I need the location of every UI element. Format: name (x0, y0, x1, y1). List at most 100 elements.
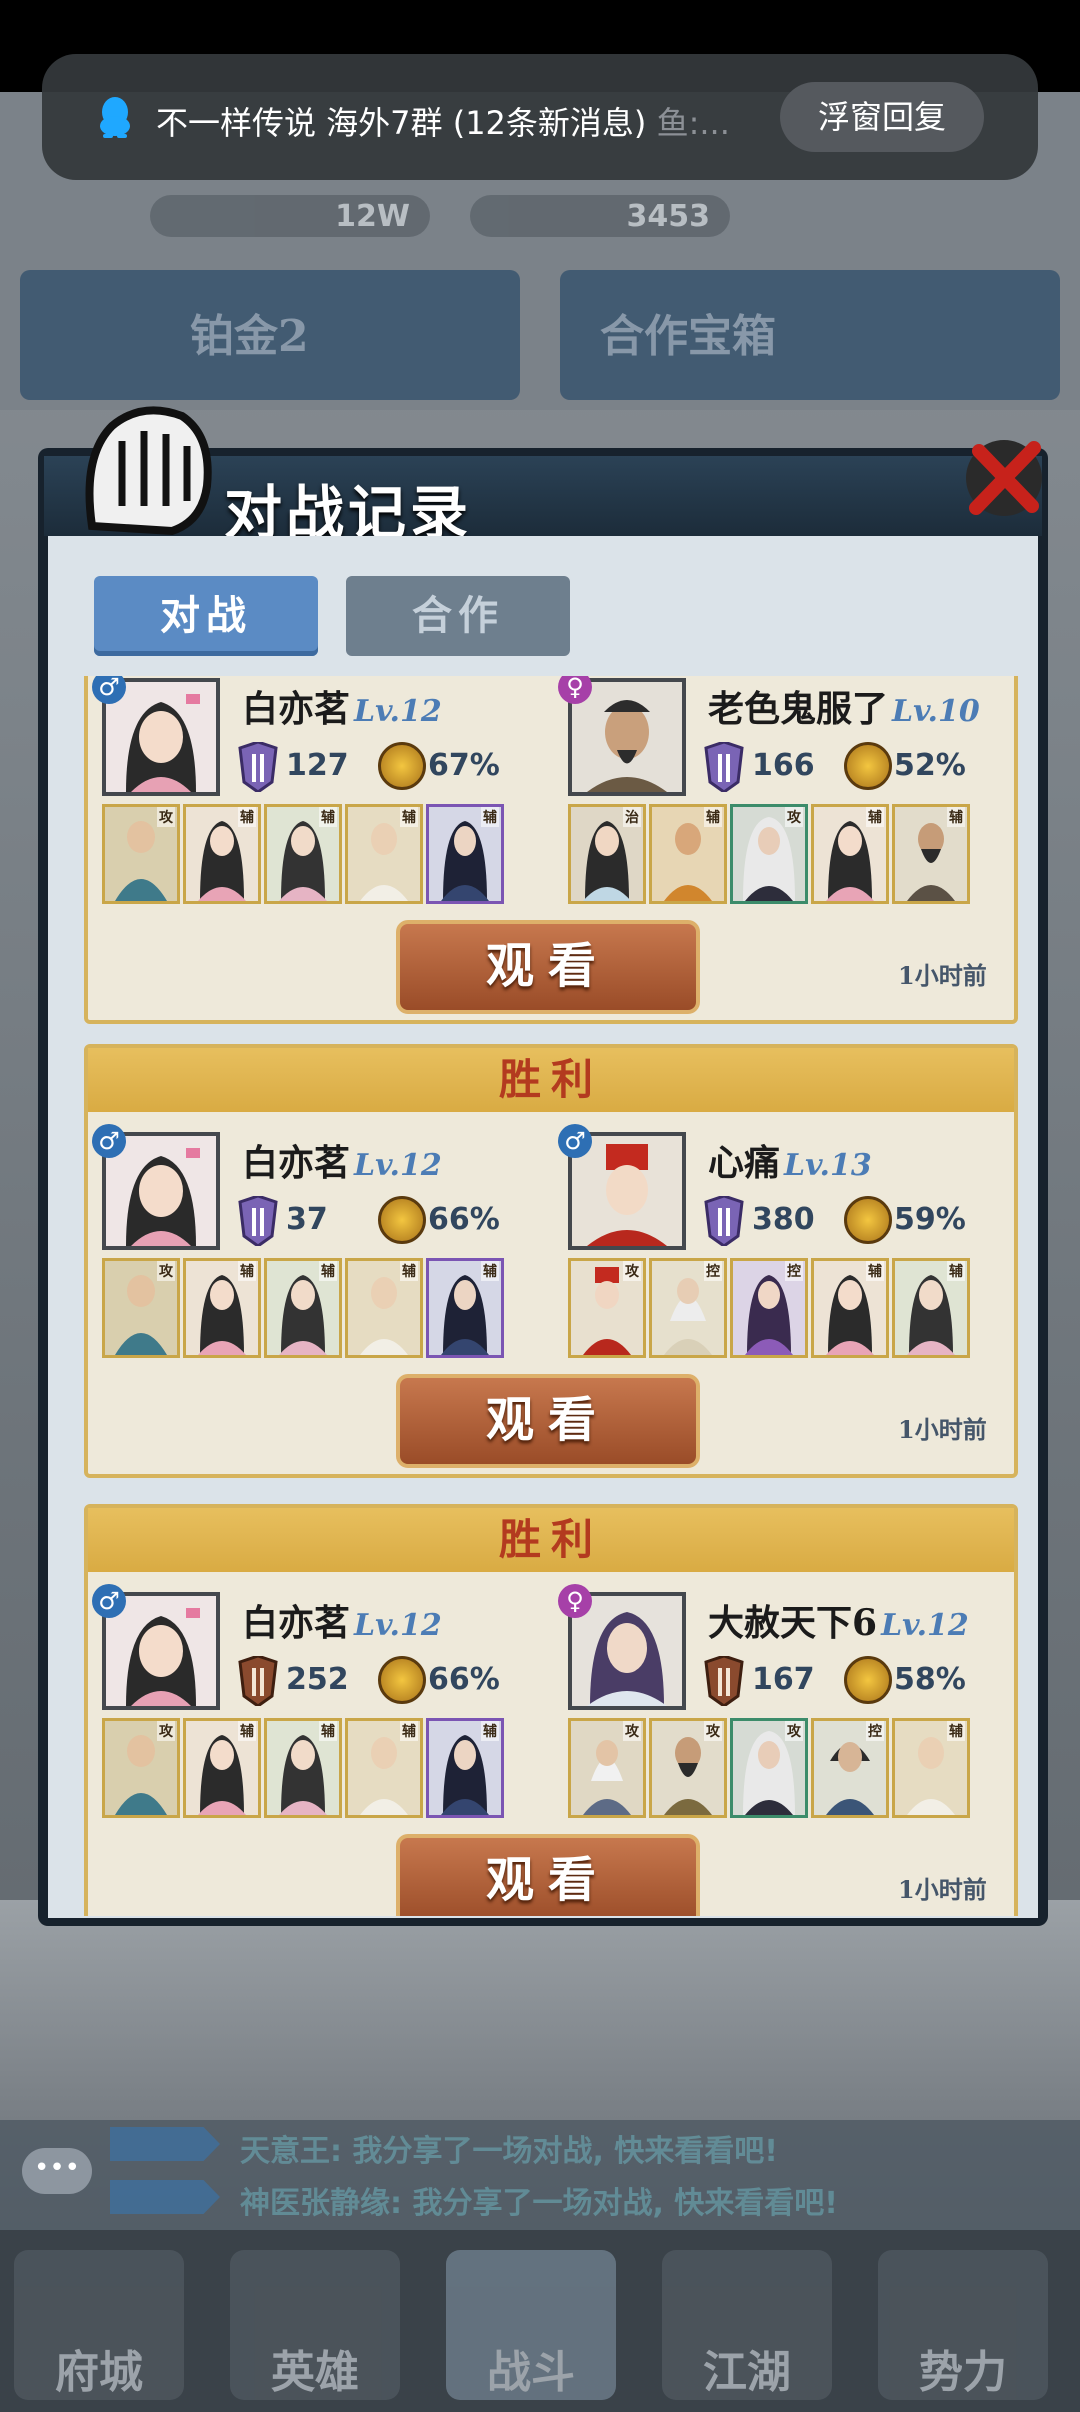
hero-card[interactable]: 辅 (892, 1258, 970, 1358)
player-power: 166 (752, 748, 815, 783)
result-banner: 胜利 (88, 1048, 1014, 1112)
background-resource-1: 12W (150, 195, 430, 237)
watch-replay-button[interactable]: 观看 (396, 920, 700, 1014)
player-name-text: 老色鬼服了 (708, 688, 889, 730)
hero-lineup: 治 辅 攻 辅 辅 (568, 804, 970, 904)
hero-role: 辅 (481, 1721, 499, 1741)
hero-role: 辅 (481, 1261, 499, 1281)
hero-role: 辅 (400, 1721, 418, 1741)
record-card: 胜利 ♂ 白亦茗 Lv.12 37 66% 攻 辅 辅 辅 辅 ♂ 心痛 Lv.… (84, 1044, 1018, 1478)
hero-card[interactable]: 控 (811, 1718, 889, 1818)
player-power: 37 (286, 1202, 328, 1237)
watch-replay-button[interactable]: 观看 (396, 1834, 700, 1916)
hero-role: 辅 (319, 1721, 337, 1741)
hero-card[interactable]: 辅 (892, 804, 970, 904)
player-name-text: 白亦茗 (242, 688, 351, 730)
chat-channel-tag (110, 2127, 220, 2161)
win-rate-icon (844, 1196, 892, 1244)
hero-role: 治 (623, 807, 641, 827)
hero-card[interactable]: 治 (568, 804, 646, 904)
hero-card[interactable]: 攻 (730, 1718, 808, 1818)
notification-title: 不一样传说 海外7群 (12条新消息) (156, 104, 647, 142)
hero-card[interactable]: 辅 (264, 1718, 342, 1818)
watch-replay-button[interactable]: 观看 (396, 1374, 700, 1468)
nav-item-battle: 战斗 (446, 2250, 616, 2400)
hero-card[interactable]: 攻 (568, 1258, 646, 1358)
hero-card[interactable]: 控 (730, 1258, 808, 1358)
hero-role: 辅 (238, 807, 256, 827)
player-power: 127 (286, 748, 349, 783)
hero-card[interactable]: 攻 (730, 804, 808, 904)
hero-lineup: 攻 攻 攻 控 辅 (568, 1718, 970, 1818)
hero-card[interactable]: 辅 (811, 1258, 889, 1358)
chat-bubble-icon: ••• (22, 2148, 92, 2194)
hero-role: 辅 (319, 807, 337, 827)
hero-card[interactable]: 攻 (102, 1718, 180, 1818)
hero-card[interactable]: 辅 (426, 1258, 504, 1358)
hero-lineup: 攻 辅 辅 辅 辅 (102, 804, 504, 904)
player-name-text: 白亦茗 (242, 1142, 351, 1184)
hero-role: 攻 (785, 807, 803, 827)
win-rate-icon (844, 1656, 892, 1704)
hero-card[interactable]: 辅 (426, 804, 504, 904)
hero-card[interactable]: 辅 (811, 804, 889, 904)
player-level: Lv.12 (354, 1608, 442, 1643)
hero-role: 辅 (704, 807, 722, 827)
tab-cooperation[interactable]: 合作 (346, 576, 570, 656)
hero-card[interactable]: 攻 (102, 804, 180, 904)
hero-role: 辅 (947, 807, 965, 827)
hero-role: 辅 (947, 1261, 965, 1281)
hero-card[interactable]: 辅 (183, 804, 261, 904)
hero-role: 攻 (623, 1721, 641, 1741)
hero-card[interactable]: 攻 (102, 1258, 180, 1358)
hero-card[interactable]: 辅 (426, 1718, 504, 1818)
record-list[interactable]: ♂ 白亦茗 Lv.12 127 67% 攻 辅 辅 辅 辅 ♀ 老色鬼服了 Lv… (84, 676, 1018, 1916)
win-rate-icon (844, 742, 892, 790)
close-icon[interactable] (954, 426, 1054, 526)
message-notification[interactable]: 不一样传说 海外7群 (12条新消息) 鱼:... 浮窗回复 (42, 54, 1038, 180)
hero-card[interactable]: 辅 (892, 1718, 970, 1818)
chat-line: 神医张静缘: 我分享了一场对战, 快来看看吧! (240, 2186, 838, 2221)
player-win-rate: 66% (428, 1202, 500, 1237)
rank-badge-icon (704, 1656, 744, 1706)
player-level: Lv.12 (881, 1608, 969, 1643)
player-level: Lv.12 (354, 694, 442, 729)
hero-card[interactable]: 辅 (345, 1258, 423, 1358)
hero-role: 攻 (157, 1261, 175, 1281)
result-banner: 胜利 (88, 1508, 1014, 1572)
hero-card[interactable]: 辅 (264, 804, 342, 904)
rank-badge-icon (238, 1656, 278, 1706)
player-name: 大赦天下6 Lv.12 (708, 1594, 969, 1646)
player-power: 252 (286, 1662, 349, 1697)
hero-role: 控 (866, 1721, 884, 1741)
hero-card[interactable]: 辅 (183, 1258, 261, 1358)
gender-male-icon: ♂ (92, 1124, 126, 1158)
hero-role: 辅 (238, 1261, 256, 1281)
hero-card[interactable]: 攻 (649, 1718, 727, 1818)
float-reply-button[interactable]: 浮窗回复 (780, 82, 984, 152)
player-name-text: 大赦天下6 (708, 1602, 878, 1644)
hero-card[interactable]: 辅 (649, 804, 727, 904)
hero-card[interactable]: 辅 (345, 804, 423, 904)
player-power: 167 (752, 1662, 815, 1697)
fist-emblem-icon (85, 406, 212, 536)
hero-card[interactable]: 辅 (183, 1718, 261, 1818)
hero-card[interactable]: 辅 (345, 1718, 423, 1818)
rank-badge-icon (704, 1196, 744, 1246)
record-card: ♂ 白亦茗 Lv.12 127 67% 攻 辅 辅 辅 辅 ♀ 老色鬼服了 Lv… (84, 676, 1018, 1024)
rank-badge-icon (238, 742, 278, 792)
nav-item-city: 府城 (14, 2250, 184, 2400)
record-time: 1小时前 (898, 1415, 987, 1444)
player-right: ♀ 老色鬼服了 Lv.10 166 52% 治 辅 攻 辅 辅 (558, 676, 1008, 908)
notification-text: 不一样传说 海外7群 (12条新消息) 鱼:... (156, 98, 776, 144)
background-resource-2: 3453 (470, 195, 730, 237)
hero-card[interactable]: 攻 (568, 1718, 646, 1818)
hero-card[interactable]: 辅 (264, 1258, 342, 1358)
background-coop-text: 合作宝箱 (600, 311, 776, 362)
nav-item-jianghu: 江湖 (662, 2250, 832, 2400)
hero-lineup: 攻 辅 辅 辅 辅 (102, 1258, 504, 1358)
hero-card[interactable]: 控 (649, 1258, 727, 1358)
hero-role: 控 (785, 1261, 803, 1281)
chat-line: 天意王: 我分享了一场对战, 快来看看吧! (240, 2134, 778, 2169)
tab-battle[interactable]: 对战 (94, 576, 318, 656)
